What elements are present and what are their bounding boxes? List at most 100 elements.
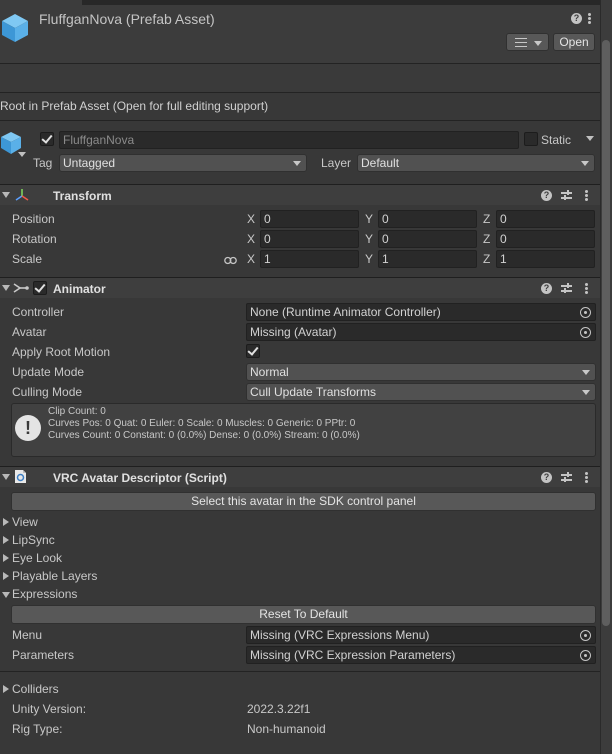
prefab-notice: Root in Prefab Asset (Open for full edit… — [0, 99, 269, 113]
reset-to-default-button[interactable]: Reset To Default — [11, 605, 596, 624]
help-icon[interactable]: ? — [541, 283, 552, 294]
presets-icon[interactable] — [561, 472, 572, 482]
avatar-value: Missing (Avatar) — [250, 325, 337, 339]
help-icon[interactable]: ? — [571, 13, 582, 24]
static-label: Static — [541, 133, 572, 147]
culling-mode-dropdown[interactable]: Cull Update Transforms — [246, 383, 596, 401]
update-mode-dropdown[interactable]: Normal — [246, 363, 596, 381]
parameters-field[interactable]: Missing (VRC Expression Parameters) — [246, 646, 596, 664]
unity-version-label: Unity Version: — [12, 702, 87, 716]
foldout-animator-icon[interactable] — [2, 285, 10, 291]
tag-value: Untagged — [63, 156, 116, 170]
chevron-down-icon — [582, 390, 590, 395]
axis-y-label: Y — [365, 232, 374, 246]
chevron-down-icon — [293, 161, 301, 166]
kebab-menu-icon[interactable] — [585, 190, 588, 201]
parameters-label: Parameters — [12, 648, 75, 662]
axis-z-label: Z — [483, 232, 491, 246]
script-icon — [14, 469, 27, 484]
position-x-field[interactable]: 0 — [260, 210, 359, 228]
scale-z-field[interactable]: 1 — [496, 250, 595, 268]
axis-z-label: Z — [483, 212, 491, 226]
scrollbar-thumb[interactable] — [602, 40, 610, 626]
rig-type-label: Rig Type: — [12, 722, 63, 736]
axis-y-label: Y — [365, 212, 374, 226]
static-dropdown-icon[interactable] — [586, 136, 594, 141]
gameobject-active-checkbox[interactable] — [40, 132, 54, 146]
layer-label: Layer — [321, 156, 352, 170]
scale-label: Scale — [12, 252, 43, 266]
kebab-menu-icon[interactable] — [585, 283, 588, 294]
layer-value: Default — [361, 156, 400, 170]
unity-version-value: 2022.3.22f1 — [247, 702, 311, 716]
kebab-menu-icon[interactable] — [588, 13, 591, 24]
foldout-lipsync-icon[interactable] — [3, 536, 9, 544]
rig-type-value: Non-humanoid — [247, 722, 326, 736]
settings-dropdown-button[interactable] — [506, 33, 549, 51]
info-line-1: Clip Count: 0 — [48, 406, 106, 417]
object-picker-icon[interactable] — [580, 307, 591, 318]
tag-dropdown[interactable]: Untagged — [59, 154, 307, 172]
foldout-expressions-icon[interactable] — [2, 592, 10, 598]
axis-x-label: X — [247, 232, 256, 246]
presets-icon[interactable] — [561, 283, 572, 293]
avatar-label: Avatar — [12, 325, 47, 339]
animator-icon — [13, 281, 29, 295]
open-button[interactable]: Open — [553, 33, 595, 51]
apply-root-motion-checkbox[interactable] — [246, 344, 260, 358]
rotation-z-field[interactable]: 0 — [496, 230, 595, 248]
foldout-colliders[interactable]: Colliders — [12, 682, 59, 696]
foldout-eye-look[interactable]: Eye Look — [12, 551, 62, 565]
axis-y-label: Y — [365, 252, 374, 266]
gameobject-name-field[interactable]: FluffganNova — [59, 131, 519, 149]
menu-label: Menu — [12, 628, 43, 642]
toolbar-strip — [0, 64, 600, 92]
object-picker-icon[interactable] — [580, 630, 591, 641]
static-checkbox[interactable] — [524, 132, 538, 146]
update-mode-value: Normal — [250, 365, 289, 379]
icon-dropdown-arrow[interactable] — [18, 152, 26, 157]
object-picker-icon[interactable] — [580, 650, 591, 661]
culling-mode-value: Cull Update Transforms — [250, 385, 377, 399]
position-z-field[interactable]: 0 — [496, 210, 595, 228]
foldout-playable-layers-icon[interactable] — [3, 572, 9, 580]
tag-label: Tag — [33, 156, 53, 170]
kebab-menu-icon[interactable] — [585, 472, 588, 483]
avatar-field[interactable]: Missing (Avatar) — [246, 323, 596, 341]
scale-x-field[interactable]: 1 — [260, 250, 359, 268]
foldout-colliders-icon[interactable] — [3, 685, 9, 693]
transform-title: Transform — [53, 189, 112, 203]
presets-icon[interactable] — [561, 190, 572, 200]
rotation-y-field[interactable]: 0 — [378, 230, 477, 248]
menu-field[interactable]: Missing (VRC Expressions Menu) — [246, 626, 596, 644]
scale-y-field[interactable]: 1 — [378, 250, 477, 268]
info-line-3: Curves Count: 0 Constant: 0 (0.0%) Dense… — [48, 430, 360, 441]
position-y-field[interactable]: 0 — [378, 210, 477, 228]
foldout-view[interactable]: View — [12, 515, 38, 529]
help-icon[interactable]: ? — [541, 190, 552, 201]
parameters-value: Missing (VRC Expression Parameters) — [250, 648, 456, 662]
chevron-down-icon — [581, 161, 589, 166]
foldout-eye-look-icon[interactable] — [3, 554, 9, 562]
apply-root-motion-label: Apply Root Motion — [12, 345, 111, 359]
prefab-cube-icon — [1, 13, 29, 43]
warning-icon: ! — [15, 415, 41, 441]
transform-icon — [14, 188, 30, 202]
link-icon[interactable] — [224, 254, 237, 265]
foldout-transform-icon[interactable] — [2, 192, 10, 198]
foldout-lipsync[interactable]: LipSync — [12, 533, 55, 547]
foldout-descriptor-icon[interactable] — [2, 474, 10, 480]
controller-label: Controller — [12, 305, 65, 319]
help-icon[interactable]: ? — [541, 472, 552, 483]
controller-field[interactable]: None (Runtime Animator Controller) — [246, 303, 596, 321]
foldout-expressions[interactable]: Expressions — [12, 587, 77, 601]
animator-enabled-checkbox[interactable] — [33, 281, 47, 295]
object-picker-icon[interactable] — [580, 327, 591, 338]
layer-dropdown[interactable]: Default — [357, 154, 595, 172]
select-avatar-button[interactable]: Select this avatar in the SDK control pa… — [11, 492, 596, 511]
foldout-view-icon[interactable] — [3, 518, 9, 526]
rotation-x-field[interactable]: 0 — [260, 230, 359, 248]
descriptor-title: VRC Avatar Descriptor (Script) — [53, 471, 227, 485]
axis-x-label: X — [247, 252, 256, 266]
foldout-playable-layers[interactable]: Playable Layers — [12, 569, 97, 583]
